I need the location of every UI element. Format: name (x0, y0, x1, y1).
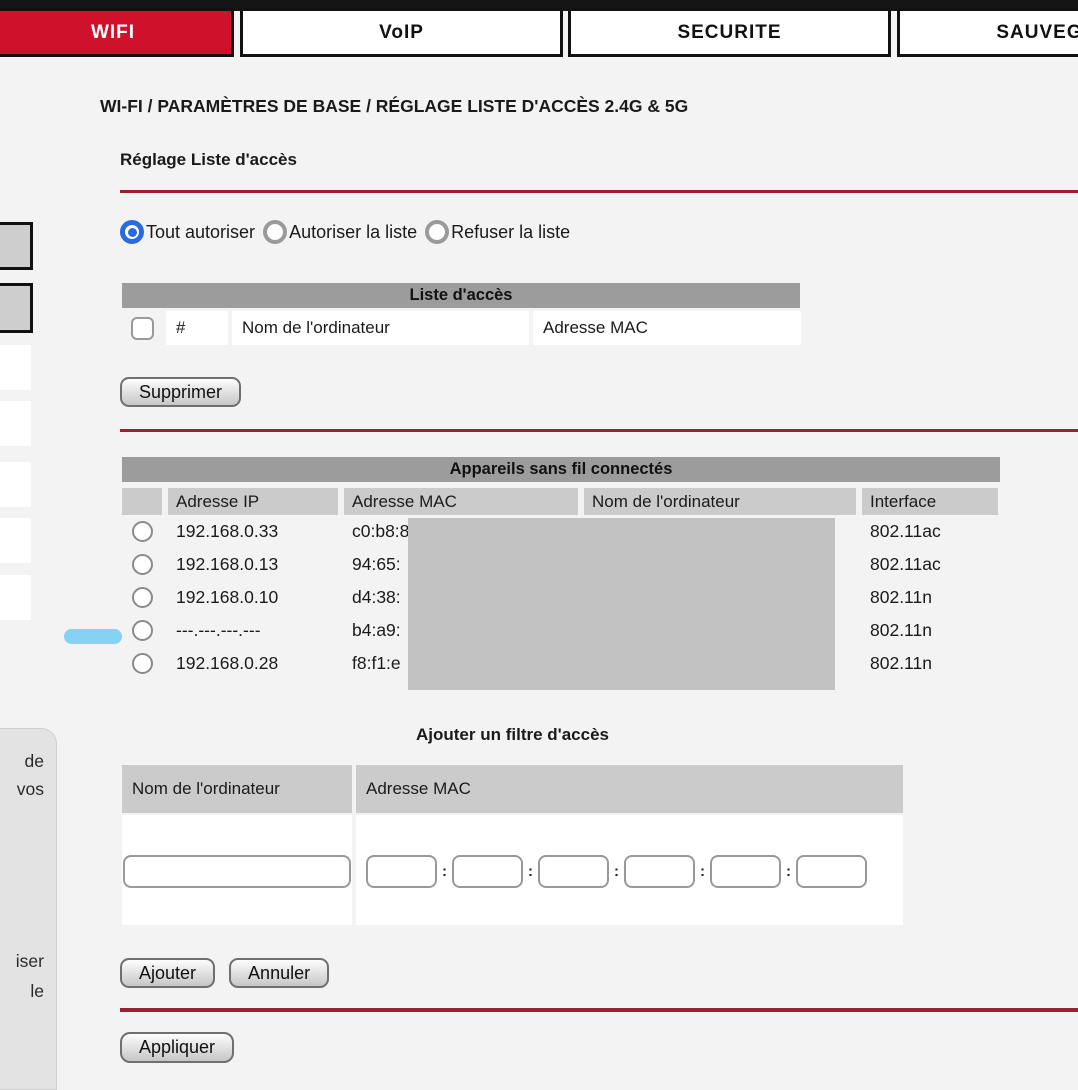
name-cell (122, 815, 352, 925)
connected-devices-table: Appareils sans fil connectés Adresse IP … (122, 457, 1000, 680)
cancel-button[interactable]: Annuler (229, 958, 329, 988)
radio-tout-autoriser[interactable] (120, 220, 144, 244)
redaction-overlay (408, 518, 835, 690)
access-list-header-row: # Nom de l'ordinateur Adresse MAC (122, 311, 800, 345)
help-text-fragment: iser (16, 951, 44, 972)
column-header-name: Nom de l'ordinateur (232, 311, 529, 345)
help-text-fragment: vos (17, 779, 44, 800)
mac-octet-input-1[interactable] (366, 855, 437, 888)
mac-separator: : (442, 863, 447, 880)
device-radio[interactable] (132, 620, 153, 641)
sidebar-cropped-item-1[interactable] (0, 345, 31, 390)
add-filter-title: Ajouter un filtre d'accès (122, 725, 903, 745)
tab-securite[interactable]: SECURITE (568, 8, 891, 57)
breadcrumb: WI-FI / PARAMÈTRES DE BASE / RÉGLAGE LIS… (100, 96, 688, 117)
radio-autoriser-la-liste[interactable] (263, 220, 287, 244)
column-header-mac: Adresse MAC (533, 311, 801, 345)
access-list-table: Liste d'accès # Nom de l'ordinateur Adre… (122, 283, 800, 345)
device-radio[interactable] (132, 587, 153, 608)
device-radio[interactable] (132, 521, 153, 542)
tab-wifi[interactable]: WIFI (0, 8, 234, 57)
device-ip: 192.168.0.28 (168, 653, 338, 674)
device-radio[interactable] (132, 554, 153, 575)
column-header-name: Nom de l'ordinateur (584, 488, 856, 515)
column-header-num: # (166, 311, 228, 345)
sidebar-cropped-item-4[interactable] (0, 518, 31, 563)
column-header-mac: Adresse MAC (344, 488, 578, 515)
radio-label: Tout autoriser (146, 222, 255, 243)
sidebar-cropped-item-2[interactable] (0, 401, 31, 446)
sidebar-help-panel: de vos iser le (0, 728, 57, 1090)
sidebar-cropped-button-2[interactable] (0, 283, 33, 333)
add-button[interactable]: Ajouter (120, 958, 215, 988)
computer-name-input[interactable] (123, 855, 351, 888)
device-ip: 192.168.0.33 (168, 521, 338, 542)
column-header-mac: Adresse MAC (356, 765, 903, 813)
apply-button[interactable]: Appliquer (120, 1032, 234, 1063)
access-mode-radio-group: Tout autoriser Autoriser la liste Refuse… (120, 220, 570, 244)
mac-separator: : (786, 863, 791, 880)
mac-address-inputs: : : : : : (366, 855, 867, 888)
divider (120, 429, 1078, 432)
sidebar-cropped-item-3[interactable] (0, 462, 31, 507)
column-header-select (122, 488, 162, 515)
column-header-interface: Interface (862, 488, 998, 515)
mac-octet-input-3[interactable] (538, 855, 609, 888)
mac-cell: : : : : : (356, 815, 903, 925)
mac-octet-input-5[interactable] (710, 855, 781, 888)
add-filter-input-row: : : : : : (122, 815, 903, 925)
highlight-marker (64, 629, 122, 644)
radio-label: Refuser la liste (451, 222, 570, 243)
mac-separator: : (614, 863, 619, 880)
mac-octet-input-4[interactable] (624, 855, 695, 888)
add-filter-actions: Ajouter Annuler (120, 958, 329, 988)
help-text-fragment: le (30, 981, 44, 1002)
tab-sauvegarde[interactable]: SAUVEG (897, 8, 1078, 57)
column-header-ip: Adresse IP (168, 488, 338, 515)
device-ip: 192.168.0.13 (168, 554, 338, 575)
mac-separator: : (700, 863, 705, 880)
page-title: Réglage Liste d'accès (120, 150, 297, 170)
add-filter-table: Nom de l'ordinateur Adresse MAC : : : : … (122, 765, 903, 925)
sidebar-cropped-button-1[interactable] (0, 222, 33, 270)
device-ip: 192.168.0.10 (168, 587, 338, 608)
devices-header-row: Adresse IP Adresse MAC Nom de l'ordinate… (122, 488, 1000, 515)
help-text-fragment: de (25, 751, 44, 772)
device-interface: 802.11n (862, 587, 998, 608)
device-interface: 802.11ac (862, 554, 998, 575)
device-interface: 802.11ac (862, 521, 998, 542)
mac-octet-input-2[interactable] (452, 855, 523, 888)
select-all-checkbox[interactable] (131, 317, 154, 340)
sidebar-cropped-item-5[interactable] (0, 575, 31, 620)
mac-separator: : (528, 863, 533, 880)
devices-table-title: Appareils sans fil connectés (122, 457, 1000, 482)
device-ip: ---.---.---.--- (168, 620, 338, 641)
divider (120, 1008, 1078, 1012)
delete-button[interactable]: Supprimer (120, 377, 241, 407)
radio-label: Autoriser la liste (289, 222, 417, 243)
device-interface: 802.11n (862, 620, 998, 641)
device-interface: 802.11n (862, 653, 998, 674)
access-list-title: Liste d'accès (122, 283, 800, 308)
column-header-name: Nom de l'ordinateur (122, 765, 352, 813)
tab-voip[interactable]: VoIP (240, 8, 563, 57)
add-filter-header-row: Nom de l'ordinateur Adresse MAC (122, 765, 903, 813)
device-radio[interactable] (132, 653, 153, 674)
divider (120, 190, 1078, 193)
mac-octet-input-6[interactable] (796, 855, 867, 888)
radio-refuser-la-liste[interactable] (425, 220, 449, 244)
